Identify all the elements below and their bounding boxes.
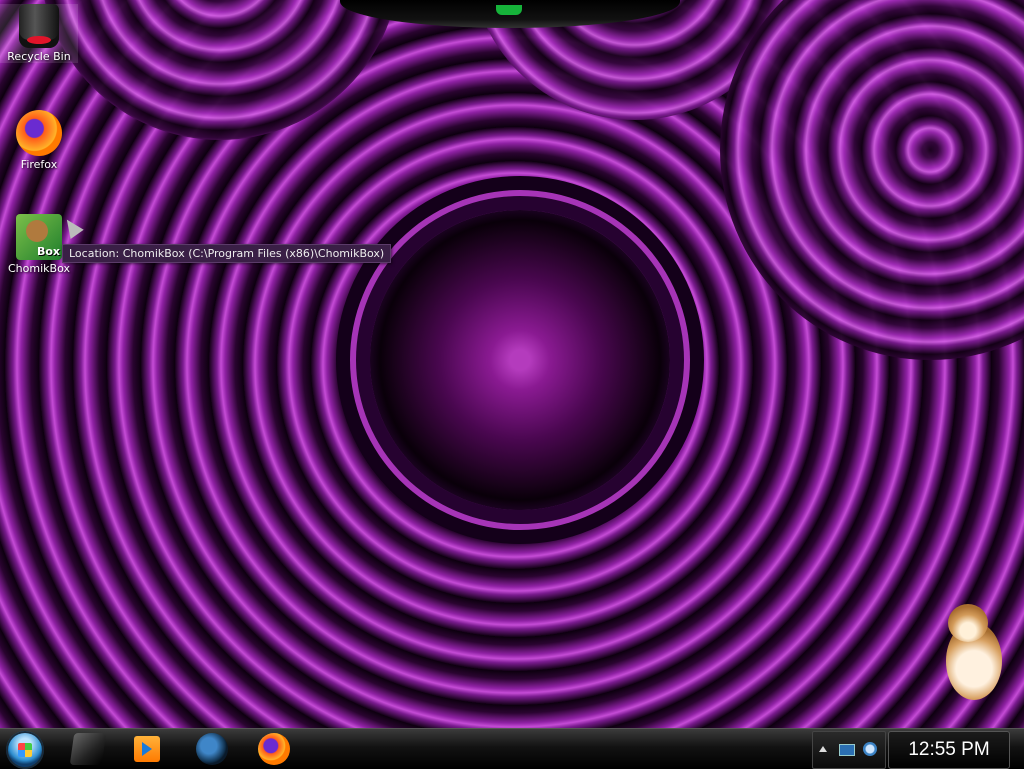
hamster-desktop-gadget[interactable] [938,604,1008,708]
desktop-icon-label: Recycle Bin [7,50,71,63]
taskbar-internet-explorer-button[interactable] [196,733,228,765]
hamster-face-icon [26,220,48,242]
location-tooltip: Location: ChomikBox (C:\Program Files (x… [62,244,392,263]
wallpaper-swirl [720,0,1024,360]
network-icon[interactable] [839,744,855,756]
green-indicator-icon [496,5,522,15]
wallpaper-swirl [40,0,400,140]
desktop-icon-firefox[interactable]: Firefox [0,110,78,171]
desktop-icon-label: ChomikBox [8,262,70,275]
show-hidden-icons-arrow[interactable] [819,746,827,752]
taskbar-clock[interactable]: 12:55 PM [888,731,1010,769]
hamster-head [948,604,988,642]
taskbar: 12:55 PM [0,728,1024,769]
desktop-icon-label: Firefox [20,158,58,171]
desktop-wallpaper [0,0,1024,728]
chomikbox-icon: Box [16,214,62,260]
firefox-icon [16,110,62,156]
taskbar-explorer-button[interactable] [69,733,107,765]
chomikbox-badge: Box [36,245,60,258]
system-tray [812,731,886,769]
desktop-icon-recycle-bin[interactable]: Recycle Bin [0,4,78,63]
taskbar-firefox-button[interactable] [258,733,290,765]
taskbar-media-player-button[interactable] [134,736,160,762]
recycle-bin-icon [19,4,59,48]
volume-icon[interactable] [863,742,877,756]
start-button[interactable] [6,731,44,769]
wallpaper-center-orb [370,210,670,510]
